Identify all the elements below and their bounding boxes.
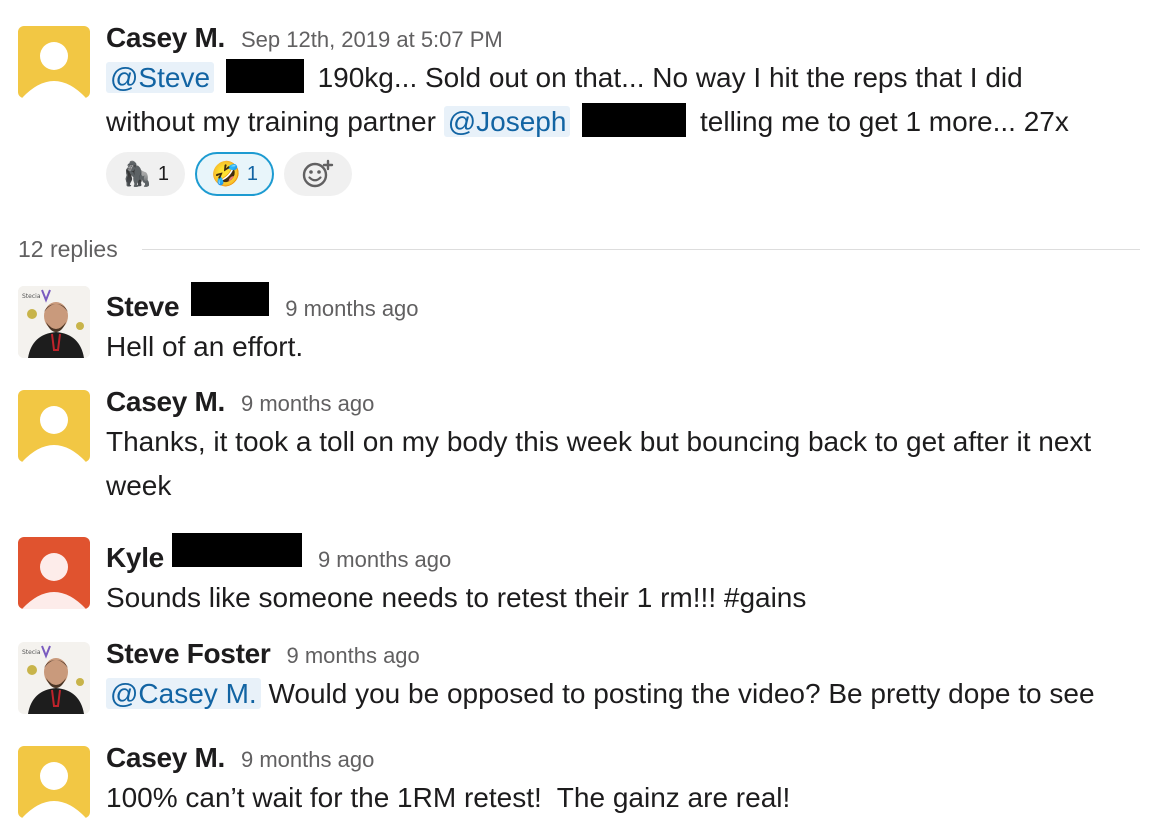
- avatar[interactable]: Stecia: [18, 642, 90, 714]
- timestamp[interactable]: 9 months ago: [318, 547, 451, 573]
- timestamp[interactable]: 9 months ago: [241, 747, 374, 773]
- author-name[interactable]: Casey M.: [106, 742, 225, 774]
- message-text-part2: telling me to get 1 more... 27x: [700, 106, 1069, 137]
- author-name[interactable]: Steve Foster: [106, 638, 271, 670]
- redacted-block: [171, 533, 302, 567]
- timestamp[interactable]: Sep 12th, 2019 at 5:07 PM: [241, 27, 503, 53]
- timestamp[interactable]: 9 months ago: [285, 296, 418, 322]
- add-reaction-button[interactable]: [284, 152, 353, 196]
- svg-text:Stecia: Stecia: [22, 649, 41, 656]
- author-name[interactable]: Steve: [106, 291, 180, 323]
- replies-count: 12 replies: [18, 235, 118, 262]
- gorilla-emoji-icon: 🦍: [122, 160, 152, 188]
- avatar[interactable]: Stecia: [18, 286, 90, 358]
- author-name[interactable]: Casey M.: [106, 22, 225, 54]
- add-reaction-icon: [302, 159, 334, 188]
- avatar[interactable]: [18, 26, 90, 98]
- reaction-gorilla[interactable]: 🦍 1: [106, 152, 186, 196]
- reaction-count: 1: [246, 162, 259, 185]
- message-text: @Steve 190kg... Sold out on that... No w…: [106, 56, 1116, 144]
- rofl-emoji-icon: 🤣: [211, 160, 241, 188]
- divider-line: [141, 248, 1140, 250]
- reaction-rofl[interactable]: 🤣 1: [195, 152, 275, 196]
- author-name[interactable]: Casey M.: [106, 386, 225, 418]
- reaction-count: 1: [157, 162, 170, 185]
- reactions-bar: 🦍 1 🤣 1: [106, 152, 1158, 196]
- avatar[interactable]: [18, 537, 90, 609]
- message-text: 100% can’t wait for the 1RM retest! The …: [106, 782, 791, 813]
- mention-casey[interactable]: @Casey M.: [106, 678, 261, 709]
- replies-divider: 12 replies: [18, 234, 1140, 264]
- svg-text:Stecia: Stecia: [22, 293, 41, 300]
- mention-steve[interactable]: @Steve: [106, 62, 215, 93]
- message-text: Thanks, it took a toll on my body this w…: [106, 426, 1092, 501]
- redacted-block: [582, 103, 687, 137]
- mention-joseph[interactable]: @Joseph: [443, 106, 571, 137]
- author-name[interactable]: Kyle: [106, 542, 164, 574]
- message-text-body: Would you be opposed to posting the vide…: [268, 678, 1095, 709]
- avatar[interactable]: [18, 390, 90, 462]
- redacted-block: [225, 59, 304, 93]
- message-text: Hell of an effort.: [106, 331, 304, 362]
- timestamp[interactable]: 9 months ago: [286, 643, 419, 669]
- message-text: @Casey M. Would you be opposed to postin…: [106, 672, 1158, 716]
- redacted-block: [191, 282, 270, 316]
- timestamp[interactable]: 9 months ago: [241, 391, 374, 417]
- avatar[interactable]: [18, 746, 90, 818]
- message-text: Sounds like someone needs to retest thei…: [106, 582, 807, 613]
